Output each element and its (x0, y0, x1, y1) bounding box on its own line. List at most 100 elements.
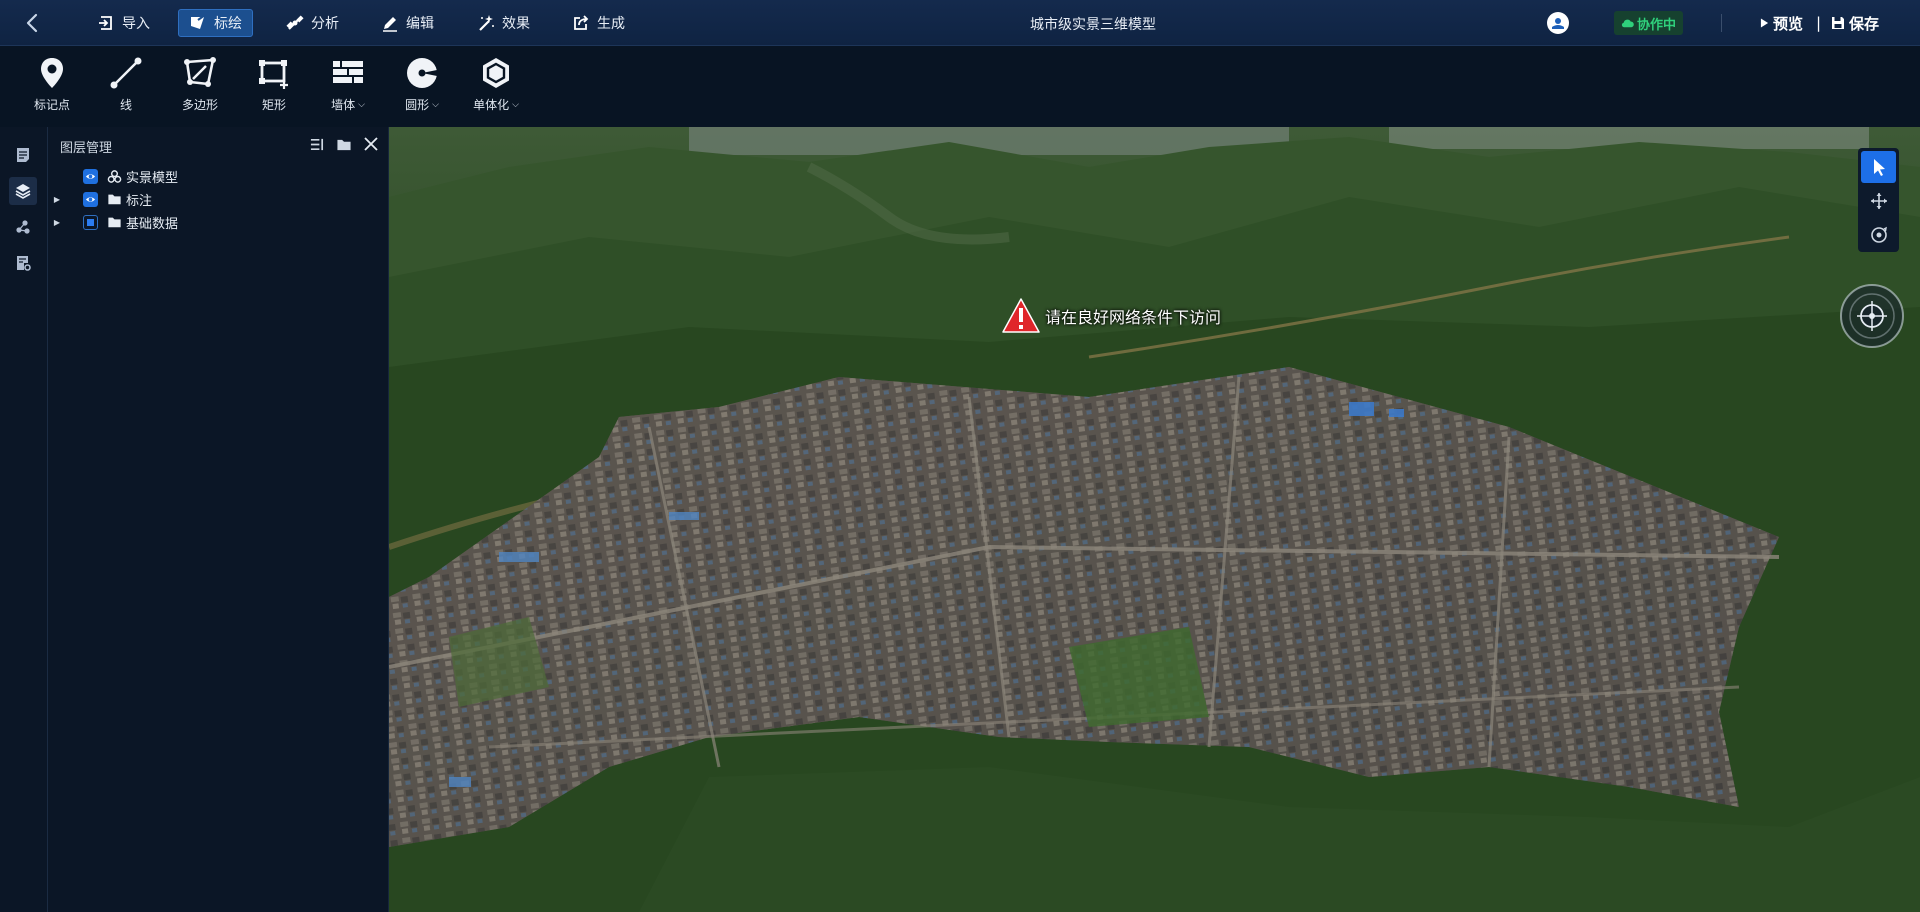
menu-tab-plot[interactable]: 标绘 (178, 9, 253, 37)
menu-tab-label: 效果 (502, 16, 530, 32)
list-sort-icon (310, 138, 323, 150)
import-icon (99, 16, 112, 30)
expand-arrow-icon[interactable]: ▶ (53, 218, 61, 227)
pan-tool-button[interactable] (1861, 185, 1896, 217)
map-pin-icon (41, 58, 63, 88)
tool-marker-point[interactable]: 标记点 (17, 56, 87, 120)
plot-icon (191, 14, 206, 29)
save-button[interactable]: 保存 (1831, 12, 1879, 34)
preview-label: 预览 (1773, 14, 1804, 33)
rail-properties-button[interactable] (9, 141, 37, 169)
tool-label: 线 (119, 98, 132, 112)
document-settings-icon (17, 256, 31, 271)
menu-tab-label: 分析 (311, 16, 339, 32)
side-rail (0, 127, 48, 912)
select-tool-button[interactable] (1861, 151, 1896, 183)
layers-icon (15, 184, 31, 199)
save-label: 保存 (1849, 14, 1880, 33)
layer-visibility-toggle[interactable] (83, 214, 98, 230)
plot-toolbar: 标记点 线 多边形 矩形 墙体 ⌵ 圆形 ⌵ 单体化 ⌵ (0, 46, 1920, 127)
sort-button[interactable] (308, 135, 326, 153)
rail-share-button[interactable] (9, 213, 37, 241)
tool-label: 圆形 ⌵ (405, 98, 439, 112)
move-arrows-icon (1870, 193, 1887, 209)
menu-tab-label: 生成 (597, 16, 625, 32)
model-icon (106, 168, 122, 184)
wall-icon (333, 61, 363, 83)
collab-status-badge[interactable]: 协作中 (1614, 11, 1684, 35)
polygon-icon (184, 57, 216, 87)
tool-polygon[interactable]: 多边形 (165, 56, 235, 120)
expand-arrow-icon[interactable]: ▶ (53, 195, 61, 204)
layer-label: 基础数据 (126, 216, 179, 232)
tool-monomer[interactable]: 单体化 ⌵ (461, 56, 531, 120)
layer-label: 标注 (126, 193, 153, 209)
rail-settings-button[interactable] (9, 249, 37, 277)
folder-icon (106, 214, 122, 230)
tool-label: 矩形 (261, 98, 286, 112)
circle-icon (407, 58, 437, 88)
tool-label: 墙体 ⌵ (331, 98, 365, 112)
layer-row-annotation[interactable]: ▶ 标注 (48, 188, 388, 210)
eye-icon (85, 196, 96, 202)
warning-text: 请在良好网络条件下访问 (1045, 308, 1222, 327)
chevron-down-icon: ⌵ (358, 99, 365, 110)
tool-rectangle[interactable]: 矩形 (239, 56, 309, 120)
tool-circle[interactable]: 圆形 ⌵ (387, 56, 457, 120)
satellite-icon (286, 15, 304, 30)
add-folder-button[interactable] (335, 135, 353, 153)
warning-triangle-icon (1002, 298, 1040, 333)
line-icon (110, 57, 142, 89)
folder-icon (106, 191, 122, 207)
logo-icon (1552, 18, 1564, 29)
save-icon (1832, 17, 1844, 29)
layer-row-base-data[interactable]: ▶ 基础数据 (48, 211, 388, 233)
menu-tab-effects[interactable]: 效果 (467, 9, 540, 37)
city-3d-scene[interactable] (389, 127, 1920, 912)
action-divider: | (1816, 14, 1822, 32)
menu-tab-edit[interactable]: 编辑 (371, 9, 444, 37)
layer-label: 实景模型 (126, 170, 179, 186)
rail-layers-button[interactable] (9, 177, 37, 205)
play-icon (1760, 18, 1769, 28)
close-icon (364, 137, 378, 151)
tool-wall[interactable]: 墙体 ⌵ (313, 56, 383, 120)
menu-tab-label: 编辑 (406, 16, 434, 32)
compass-widget[interactable] (1839, 283, 1905, 349)
layer-row-model[interactable]: 实景模型 (48, 165, 388, 187)
tool-label: 单体化 ⌵ (473, 98, 519, 112)
collab-label: 协作中 (1637, 17, 1677, 33)
menu-tab-analysis[interactable]: 分析 (276, 9, 349, 37)
network-warning: 请在良好网络条件下访问 (1001, 297, 1221, 335)
menu-tab-label: 导入 (122, 16, 150, 32)
document-icon (17, 148, 29, 162)
menu-tab-import[interactable]: 导入 (87, 9, 160, 37)
preview-button[interactable]: 预览 (1760, 12, 1803, 34)
tool-line[interactable]: 线 (91, 56, 161, 120)
orbit-icon (1870, 226, 1887, 243)
layer-visibility-toggle[interactable] (83, 168, 98, 184)
user-avatar[interactable] (1547, 12, 1569, 34)
navigation-tools (1858, 148, 1899, 252)
menu-tab-label: 标绘 (214, 16, 242, 32)
hexagon-icon (483, 58, 509, 88)
layer-visibility-toggle[interactable] (83, 191, 98, 207)
chevron-left-icon (26, 13, 38, 33)
rectangle-icon (259, 60, 288, 89)
divider (1721, 14, 1722, 32)
map-viewport[interactable]: 请在良好网络条件下访问 (389, 127, 1920, 912)
close-panel-button[interactable] (362, 135, 380, 153)
chevron-down-icon: ⌵ (512, 99, 519, 110)
panel-title: 图层管理 (60, 141, 113, 156)
tool-label: 多边形 (181, 98, 218, 112)
folder-icon (337, 139, 351, 150)
back-button[interactable] (22, 12, 44, 34)
cloud-icon (1621, 19, 1634, 27)
menu-tab-generate[interactable]: 生成 (562, 9, 635, 37)
pencil-icon (383, 17, 397, 32)
panel-toolbar (308, 135, 380, 153)
eye-icon (85, 173, 96, 179)
layer-panel: 图层管理 实景模型 ▶ 标注 ▶ 基础数据 (48, 127, 389, 912)
nodes-icon (16, 220, 30, 234)
orbit-tool-button[interactable] (1861, 219, 1896, 251)
